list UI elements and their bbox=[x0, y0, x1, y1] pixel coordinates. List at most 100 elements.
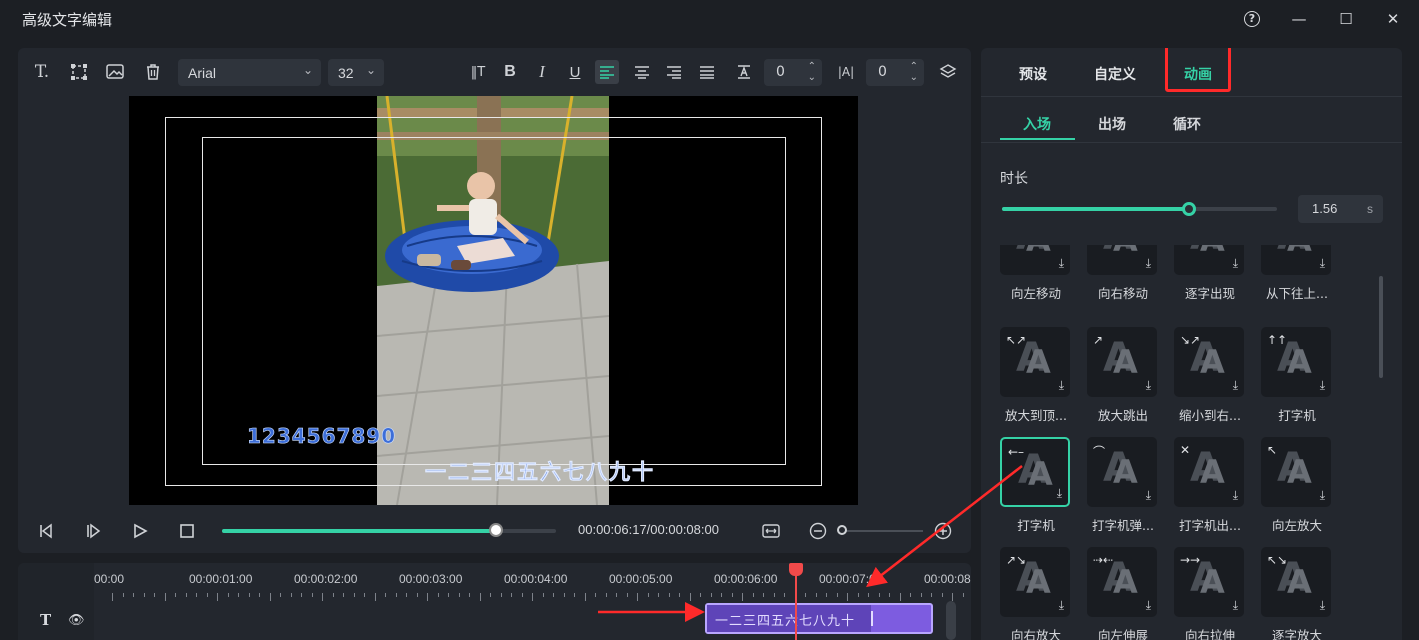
animation-thumbnail[interactable]: AA…⤓ bbox=[1174, 245, 1244, 275]
add-text-icon[interactable]: T. bbox=[30, 60, 54, 84]
animation-label: 向右放大 bbox=[1010, 628, 1061, 640]
tick-label: 00:00:03:00 bbox=[399, 572, 463, 586]
animation-thumbnail[interactable]: AA⇢⇢⤓ bbox=[1087, 245, 1157, 275]
text-clip[interactable]: 一二三四五六七八九十 bbox=[705, 603, 933, 634]
italic-icon[interactable]: I bbox=[530, 60, 554, 84]
tick-mark bbox=[154, 593, 155, 597]
motion-arrow-icon: ←– bbox=[1008, 445, 1025, 459]
align-right-icon[interactable] bbox=[662, 60, 686, 84]
align-left-icon[interactable] bbox=[595, 60, 619, 84]
tab-exit[interactable]: 出场 bbox=[1098, 114, 1126, 134]
duration-slider-knob[interactable] bbox=[1182, 202, 1196, 216]
tick-mark bbox=[647, 593, 649, 597]
playback-progress-knob[interactable] bbox=[488, 523, 503, 537]
bold-icon[interactable]: B bbox=[498, 60, 522, 84]
animation-thumbnail[interactable]: A A ↗↘ ⤓ bbox=[1000, 547, 1070, 617]
help-icon[interactable]: ? bbox=[1241, 8, 1263, 30]
eye-icon[interactable]: 👁 bbox=[68, 613, 85, 628]
time-ruler[interactable]: 00:00 00:00:01:00 00:00:02:00 00:00:03:00 00… bbox=[94, 563, 971, 605]
preview-text-chinese[interactable]: 一二三四五六七八九十 bbox=[425, 456, 655, 486]
animation-thumbnail[interactable]: A A ↖↘ ⤓ bbox=[1261, 547, 1331, 617]
tick-mark bbox=[196, 593, 197, 597]
tick-mark bbox=[574, 593, 575, 597]
animation-thumbnail[interactable]: A A ↗ ⤓ bbox=[1087, 327, 1157, 397]
next-frame-icon[interactable] bbox=[81, 519, 105, 543]
tick-mark bbox=[721, 593, 722, 597]
zoom-out-icon[interactable] bbox=[806, 519, 830, 543]
animation-label: 从下往上... bbox=[1266, 286, 1328, 301]
maximize-icon[interactable]: ☐ bbox=[1335, 8, 1357, 30]
tab-preset[interactable]: 预设 bbox=[1019, 64, 1047, 84]
tab-entrance[interactable]: 入场 bbox=[1023, 114, 1051, 134]
play-icon[interactable] bbox=[128, 519, 152, 543]
delete-icon[interactable] bbox=[141, 60, 165, 84]
tick-mark bbox=[248, 593, 250, 597]
animation-thumbnail[interactable]: A A ←– ⤓ bbox=[1000, 437, 1070, 507]
tab-custom[interactable]: 自定义 bbox=[1094, 64, 1136, 84]
underline-icon[interactable]: U bbox=[563, 60, 587, 84]
duration-slider[interactable] bbox=[1002, 202, 1277, 216]
tick-mark bbox=[448, 593, 449, 597]
tick-label: 00:00:06:00 bbox=[714, 572, 778, 586]
animation-thumbnail[interactable]: A A ⌒ ⤓ bbox=[1087, 437, 1157, 507]
layers-icon[interactable] bbox=[936, 60, 960, 84]
align-center-icon[interactable] bbox=[630, 60, 654, 84]
tick-mark bbox=[490, 593, 491, 597]
tick-mark bbox=[815, 593, 817, 597]
tick-mark bbox=[238, 593, 239, 597]
letter-spacing-icon[interactable] bbox=[732, 60, 756, 84]
justify-icon[interactable] bbox=[695, 60, 719, 84]
stepper-icon[interactable]: ⌃ ⌄ bbox=[910, 61, 918, 83]
download-icon: ⤓ bbox=[1232, 488, 1238, 502]
fit-width-icon[interactable] bbox=[759, 519, 783, 543]
motion-arrow-icon: →→ bbox=[1180, 553, 1201, 567]
tab-loop[interactable]: 循环 bbox=[1173, 114, 1201, 134]
tick-mark bbox=[805, 593, 806, 597]
animation-label: 向右拉伸 bbox=[1184, 628, 1235, 640]
animation-label: 打字机出... bbox=[1179, 518, 1241, 533]
animation-thumbnail[interactable]: A A ↘↗ ⤓ bbox=[1174, 327, 1244, 397]
line-spacing-icon[interactable]: |A| bbox=[834, 60, 858, 84]
line-spacing-input[interactable]: 0 ⌃ ⌄ bbox=[866, 59, 924, 86]
prev-frame-icon[interactable] bbox=[34, 519, 58, 543]
animation-thumbnail[interactable]: AA↑⤓ bbox=[1261, 245, 1331, 275]
animation-thumbnail[interactable]: A A ↖ ⤓ bbox=[1261, 437, 1331, 507]
font-select[interactable]: Arial ⌄ bbox=[178, 59, 321, 86]
stop-icon[interactable] bbox=[175, 519, 199, 543]
animation-thumbnail[interactable]: A A ⇢⇠ ⤓ bbox=[1087, 547, 1157, 617]
close-icon[interactable]: ✕ bbox=[1382, 8, 1404, 30]
animation-thumbnail[interactable]: A A ↑↑ ⤓ bbox=[1261, 327, 1331, 397]
animation-thumbnail[interactable]: A A →→ ⤓ bbox=[1174, 547, 1244, 617]
zoom-slider-knob[interactable] bbox=[837, 525, 847, 535]
tick-mark bbox=[847, 593, 848, 601]
minimize-icon[interactable]: — bbox=[1288, 8, 1310, 30]
tick-mark bbox=[931, 593, 932, 597]
playback-progress-slider[interactable] bbox=[222, 523, 556, 537]
zoom-in-icon[interactable] bbox=[931, 519, 955, 543]
timeline-scrollbar[interactable] bbox=[946, 601, 956, 640]
clip-handle[interactable] bbox=[871, 611, 873, 626]
transform-icon[interactable] bbox=[67, 60, 91, 84]
animation-scrollbar[interactable] bbox=[1379, 276, 1383, 378]
letter-a-icon: A bbox=[1200, 453, 1225, 491]
zoom-slider[interactable] bbox=[841, 530, 923, 532]
tick-mark bbox=[395, 593, 397, 597]
tick-mark bbox=[406, 593, 407, 597]
tick-mark bbox=[301, 593, 302, 597]
download-icon: ⤓ bbox=[1145, 598, 1151, 612]
timeline: T 👁 00:00 00:00:01:00 00:00:02:00 00:00:03:… bbox=[18, 563, 971, 640]
spacing-input[interactable]: 0 ⌃ ⌄ bbox=[764, 59, 822, 86]
duration-input[interactable]: 1.56 s bbox=[1298, 195, 1383, 223]
animation-thumbnail[interactable]: A A ↖↗ ⤓ bbox=[1000, 327, 1070, 397]
image-icon[interactable] bbox=[104, 60, 128, 84]
preview-text-numbers[interactable]: 1234567890 bbox=[247, 424, 396, 449]
playhead-handle[interactable] bbox=[789, 563, 803, 576]
animation-thumbnail[interactable]: A A ✕ ⤓ bbox=[1174, 437, 1244, 507]
tick-mark bbox=[763, 593, 764, 597]
text-direction-icon[interactable]: ‖T bbox=[466, 60, 490, 84]
font-size-select[interactable]: 32 ⌄ bbox=[328, 59, 384, 86]
animation-thumbnail[interactable]: AA⇠⇠⤓ bbox=[1000, 245, 1070, 275]
stepper-icon[interactable]: ⌃ ⌄ bbox=[808, 61, 816, 83]
download-icon: ⤓ bbox=[1058, 256, 1064, 270]
video-preview[interactable]: 1234567890 一二三四五六七八九十 bbox=[129, 96, 858, 505]
